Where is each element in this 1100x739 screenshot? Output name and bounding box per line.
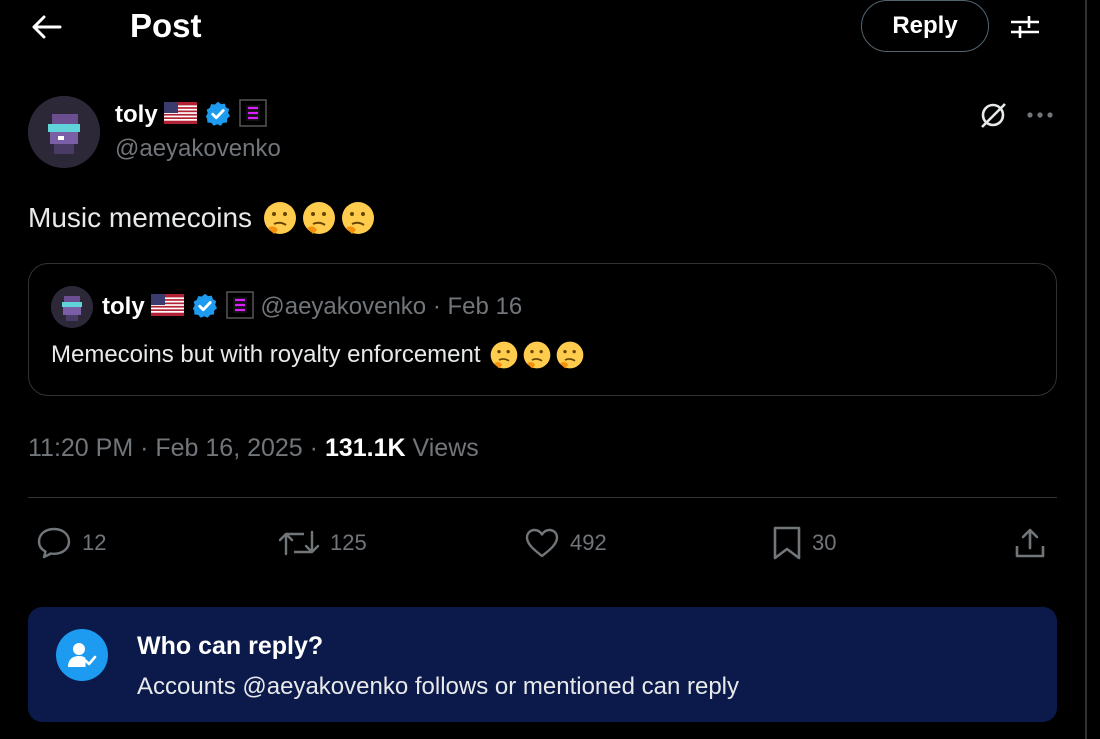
- thinking-face-icon: [342, 202, 375, 234]
- reply-action[interactable]: 12: [36, 520, 106, 566]
- verified-badge-icon: [192, 293, 218, 318]
- author-name[interactable]: toly: [115, 101, 158, 128]
- column-border: [1085, 0, 1087, 739]
- back-button[interactable]: [28, 8, 66, 46]
- us-flag-icon: [151, 294, 185, 316]
- like-action[interactable]: 492: [524, 520, 607, 566]
- divider: [28, 497, 1057, 498]
- thinking-face-icon: [490, 341, 517, 369]
- repost-action[interactable]: 125: [278, 520, 367, 566]
- page-title: Post: [130, 7, 202, 44]
- post-text-row: Music memecoins: [28, 198, 376, 238]
- bookmark-icon: [773, 526, 801, 560]
- bookmark-count: 30: [812, 530, 837, 555]
- grok-button[interactable]: [976, 98, 1010, 132]
- filter-button[interactable]: [1006, 8, 1044, 46]
- author-handle[interactable]: @aeyakovenko: [115, 135, 281, 163]
- like-count: 492: [570, 530, 607, 555]
- pixel-avatar-image: [28, 96, 100, 168]
- user-check-icon: [56, 629, 108, 681]
- arrow-left-icon: [32, 15, 62, 39]
- author-name-row: toly: [115, 99, 267, 129]
- action-bar: 12 125 492 30: [0, 520, 1085, 566]
- more-dots-icon: [1027, 112, 1053, 118]
- heart-icon: [525, 528, 559, 558]
- who-can-reply-card: Who can reply? Accounts @aeyakovenko fol…: [28, 607, 1057, 722]
- thinking-face-icon: [556, 341, 583, 369]
- more-options-button[interactable]: [1022, 98, 1058, 132]
- share-icon: [1015, 528, 1045, 558]
- share-action[interactable]: [1013, 520, 1047, 566]
- quote-text: Memecoins but with royalty enforcement: [51, 341, 481, 368]
- views-label: Views: [405, 434, 479, 462]
- reply-count: 12: [82, 530, 107, 555]
- post-text: Music memecoins: [28, 202, 253, 233]
- post-timestamp[interactable]: 11:20 PM · Feb 16, 2025 ·: [28, 434, 325, 462]
- bookmark-action[interactable]: 30: [772, 520, 836, 566]
- quote-text-row: Memecoins but with royalty enforcement: [51, 338, 585, 372]
- quoted-post-card[interactable]: toly @aeyakovenko · Feb 16 Memecoins but…: [28, 263, 1057, 396]
- thinking-emoji-group: [262, 200, 376, 236]
- thinking-face-icon: [523, 341, 550, 369]
- us-flag-icon: [164, 102, 198, 124]
- thinking-face-icon: [264, 202, 297, 234]
- header-bar: Post Reply: [0, 0, 1085, 54]
- quote-author-name: toly: [102, 293, 145, 320]
- quote-author-avatar[interactable]: [51, 286, 93, 328]
- thinking-face-icon: [303, 202, 336, 234]
- pixel-avatar-image: [51, 286, 93, 328]
- quote-meta: @aeyakovenko · Feb 16: [260, 293, 523, 320]
- who-can-reply-description: Accounts @aeyakovenko follows or mention…: [137, 673, 740, 700]
- solana-affiliate-icon[interactable]: [238, 99, 267, 127]
- repost-icon: [278, 530, 320, 556]
- views-count: 131.1K: [324, 434, 406, 462]
- repost-count: 125: [330, 530, 367, 555]
- quote-header: toly @aeyakovenko · Feb 16: [102, 291, 522, 323]
- sliders-icon: [1011, 16, 1039, 38]
- thinking-emoji-group: [489, 340, 585, 370]
- post-page: Post Reply toly @aeyakovenko Music memec…: [0, 0, 1100, 739]
- grok-icon: [981, 103, 1006, 128]
- verified-badge-icon[interactable]: [204, 100, 232, 128]
- reply-button[interactable]: Reply: [861, 0, 989, 52]
- author-avatar[interactable]: [28, 96, 100, 168]
- reply-bubble-icon: [37, 527, 71, 559]
- who-can-reply-title: Who can reply?: [137, 632, 324, 660]
- post-timestamp-row: 11:20 PM · Feb 16, 2025 · 131.1K Views: [28, 432, 479, 464]
- solana-affiliate-icon: [225, 291, 254, 319]
